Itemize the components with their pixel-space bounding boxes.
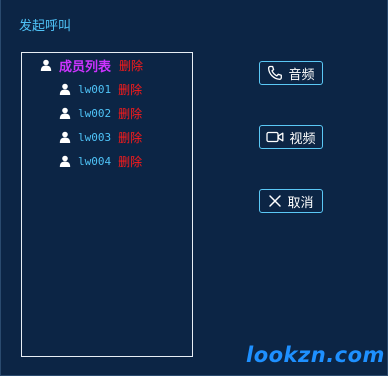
delete-group-link[interactable]: 删除 <box>119 57 143 74</box>
cancel-label: 取消 <box>287 195 314 211</box>
user-icon <box>40 59 52 71</box>
member-group-row[interactable]: 成员列表 删除 <box>40 56 143 75</box>
video-call-button[interactable]: 视频 <box>259 125 323 149</box>
delete-member-link[interactable]: 删除 <box>118 129 142 146</box>
cancel-button[interactable]: 取消 <box>259 189 323 213</box>
user-icon <box>59 131 71 143</box>
audio-call-button[interactable]: 音频 <box>259 61 323 85</box>
phone-icon <box>268 65 283 80</box>
member-list-panel: 成员列表 删除 lw001 删除 lw002 删除 lw003 删除 lw004 <box>21 52 193 357</box>
member-group-label: 成员列表 <box>59 59 112 75</box>
list-item[interactable]: lw002 删除 <box>59 104 142 122</box>
delete-member-link[interactable]: 删除 <box>118 105 142 122</box>
member-label: lw002 <box>78 106 112 120</box>
member-label: lw001 <box>78 82 112 96</box>
user-icon <box>59 107 71 119</box>
watermark-logo: lookzn.com <box>246 343 385 367</box>
user-icon <box>59 155 71 167</box>
delete-member-link[interactable]: 删除 <box>118 81 142 98</box>
list-item[interactable]: lw003 删除 <box>59 128 142 146</box>
member-label: lw003 <box>78 130 112 144</box>
member-label: lw004 <box>78 154 112 168</box>
video-call-label: 视频 <box>289 131 316 147</box>
list-item[interactable]: lw004 删除 <box>59 152 142 170</box>
audio-call-label: 音频 <box>288 67 315 83</box>
delete-member-link[interactable]: 删除 <box>118 153 142 170</box>
video-camera-icon <box>266 131 284 143</box>
user-icon <box>59 83 71 95</box>
close-icon <box>269 195 282 207</box>
dialog-title: 发起呼叫 <box>19 19 72 34</box>
list-item[interactable]: lw001 删除 <box>59 80 142 98</box>
